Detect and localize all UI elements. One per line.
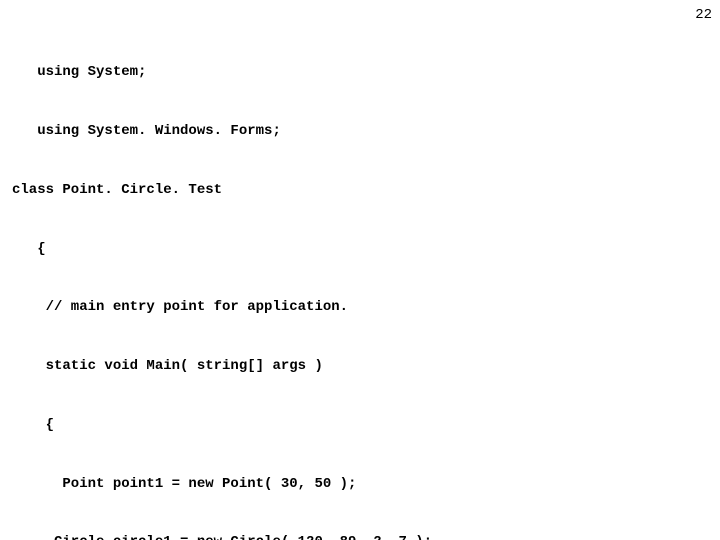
code-line: class Point. Circle. Test <box>12 181 617 201</box>
page-number: 22 <box>695 6 712 26</box>
code-line: { <box>12 240 617 260</box>
code-block: using System; using System. Windows. For… <box>12 24 617 540</box>
code-line: using System; <box>12 63 617 83</box>
code-line: Point point1 = new Point( 30, 50 ); <box>12 475 617 495</box>
code-line: { <box>12 416 617 436</box>
code-line: Circle circle1 = new Circle( 120, 89, 2.… <box>12 533 617 540</box>
code-line: // main entry point for application. <box>12 298 617 318</box>
page: 22 using System; using System. Windows. … <box>0 0 720 540</box>
code-line: static void Main( string[] args ) <box>12 357 617 377</box>
code-line: using System. Windows. Forms; <box>12 122 617 142</box>
